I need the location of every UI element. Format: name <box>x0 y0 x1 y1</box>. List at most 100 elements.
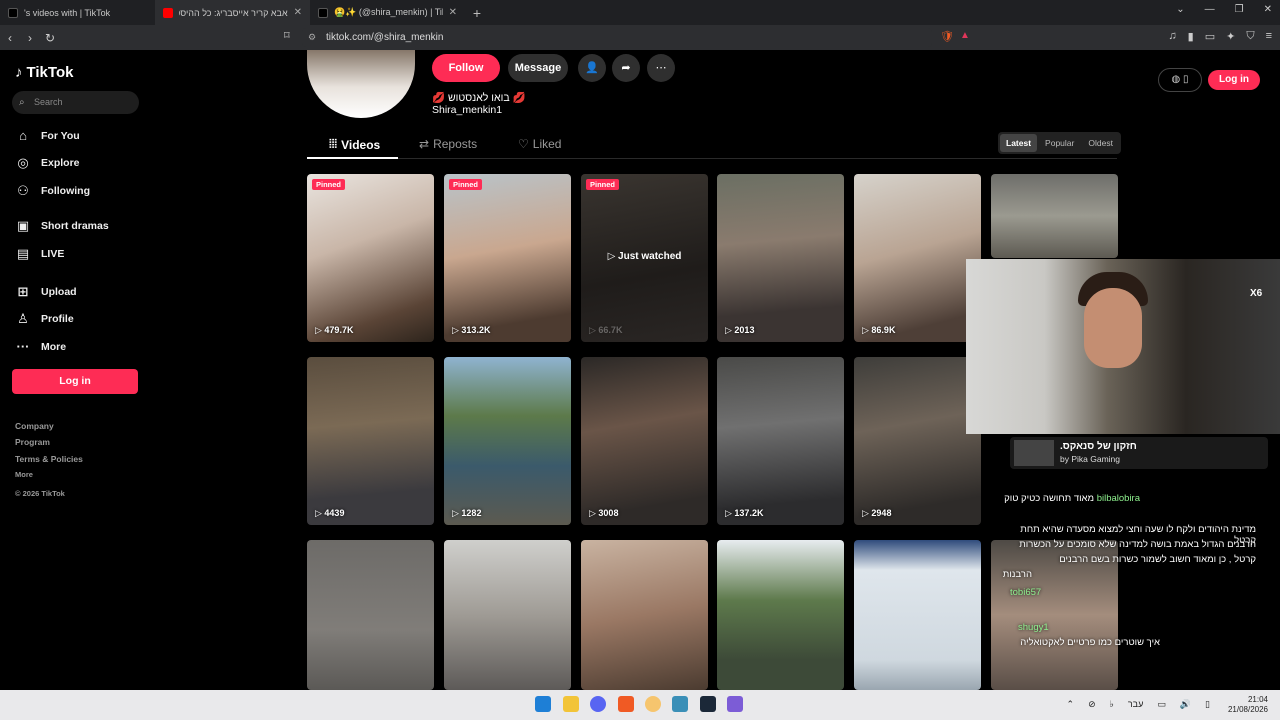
sort-oldest[interactable]: Oldest <box>1082 134 1119 152</box>
message-button[interactable]: Message <box>508 54 568 82</box>
video-card[interactable] <box>444 540 571 690</box>
chevron-down-icon[interactable]: ⌄ <box>1176 4 1184 15</box>
pinned-badge: Pinned <box>586 179 620 190</box>
battery-icon[interactable]: ▯ <box>1205 699 1210 710</box>
video-card[interactable] <box>717 540 844 690</box>
wallet-icon[interactable]: ▭ <box>1205 30 1215 43</box>
video-card[interactable]: ▷ 137.2K <box>717 357 844 525</box>
windows-start-icon[interactable] <box>535 696 551 712</box>
device-icon[interactable]: ▯ <box>1183 74 1189 85</box>
video-card[interactable]: ▷ 4439 <box>307 357 434 525</box>
tab-videos[interactable]: ⦙⦙⦙ Videos <box>329 137 380 152</box>
video-card[interactable]: ▷ 2948 <box>854 357 981 525</box>
monitor-icon[interactable]: ▭ <box>1157 699 1166 710</box>
sidebar-item-explore[interactable]: ◎ Explore <box>15 155 79 171</box>
sidebar-item-upload[interactable]: ⊞ Upload <box>15 284 77 300</box>
app-icon[interactable] <box>645 696 661 712</box>
video-card[interactable]: Pinned ▷ 313.2K <box>444 174 571 342</box>
browser-tab[interactable]: 🤮✨ (@shira_menkin) | TikT ✕ <box>310 0 465 25</box>
add-friend-icon[interactable]: 👤 <box>578 54 606 82</box>
language-indicator[interactable]: עבר <box>1128 699 1143 710</box>
reload-icon[interactable]: ↻ <box>40 31 60 45</box>
minimize-icon[interactable]: — <box>1205 4 1215 15</box>
media-icon[interactable]: ♫ <box>1168 30 1176 43</box>
footer-terms-link[interactable]: Terms & Policies <box>15 454 83 464</box>
clock[interactable]: 21:04 21/08/2026 <box>1228 695 1268 715</box>
file-explorer-icon[interactable] <box>563 696 579 712</box>
pinned-badge: Pinned <box>449 179 483 190</box>
view-count: ▷ 479.7K <box>315 325 354 335</box>
share-icon[interactable]: ➦ <box>612 54 640 82</box>
browser-tab[interactable]: 's videos with | TikTok <box>0 0 155 25</box>
brave-browser-icon[interactable] <box>618 696 634 712</box>
brave-rewards-icon[interactable]: ▲ <box>960 30 970 41</box>
video-card[interactable]: ▷ 1282 <box>444 357 571 525</box>
new-tab-plus-icon[interactable]: + <box>465 5 489 21</box>
video-card[interactable] <box>854 540 981 690</box>
sidebar-item-following[interactable]: ⚇ Following <box>15 183 90 199</box>
app-icon[interactable] <box>727 696 743 712</box>
bookmark-icon[interactable]: ⌑ <box>284 29 290 42</box>
video-card[interactable]: ▷ 86.9K <box>854 174 981 342</box>
view-count: ▷ 2013 <box>725 325 755 335</box>
video-card[interactable] <box>307 540 434 690</box>
webcam-person-face <box>1084 288 1142 368</box>
chevron-up-icon[interactable]: ⌃ <box>1067 699 1075 710</box>
bio-link[interactable]: Shira_menkin1 <box>432 104 502 116</box>
mute-icon[interactable]: ⊘ <box>1088 699 1096 710</box>
forward-icon[interactable]: › <box>20 31 40 45</box>
leo-icon[interactable]: ✦ <box>1226 30 1235 43</box>
footer-company-link[interactable]: Company <box>15 421 54 431</box>
tab-title: 🤮✨ (@shira_menkin) | TikT <box>334 7 443 17</box>
tab-liked[interactable]: ♡ Liked <box>518 137 561 151</box>
close-tab-icon[interactable]: ✕ <box>449 7 457 18</box>
video-card[interactable] <box>581 540 708 690</box>
brave-shield-icon[interactable]: 🛡 <box>940 30 954 43</box>
menu-icon[interactable]: ≡ <box>1266 30 1272 43</box>
sidebar-item-more[interactable]: ··· More <box>15 339 67 354</box>
sidebar-item-for-you[interactable]: ⌂ For You <box>15 128 80 143</box>
discord-icon[interactable] <box>590 696 606 712</box>
url-field[interactable]: ⚙ tiktok.com/@shira_menkin <box>302 28 932 47</box>
footer-more-link[interactable]: More <box>15 470 33 479</box>
profile-icon: ♙ <box>17 311 29 326</box>
back-icon[interactable]: ‹ <box>0 31 20 45</box>
close-window-icon[interactable]: ✕ <box>1264 4 1272 15</box>
mic-icon[interactable]: ♭ <box>1110 699 1114 710</box>
vpn-icon[interactable]: ⛉ <box>1246 30 1254 43</box>
compass-icon: ◎ <box>17 155 29 170</box>
app-icon[interactable] <box>672 696 688 712</box>
sidebar-item-short-dramas[interactable]: ▣ Short dramas <box>15 218 109 234</box>
sort-popular[interactable]: Popular <box>1039 134 1080 152</box>
follow-button[interactable]: Follow <box>432 54 500 82</box>
top-login-button[interactable]: Log in <box>1208 70 1260 90</box>
now-playing-artist: by Pika Gaming <box>1060 454 1120 464</box>
tab-reposts[interactable]: ⇄ Reposts <box>419 137 477 151</box>
steam-icon[interactable] <box>700 696 716 712</box>
search-input[interactable]: ⌕ Search <box>12 91 139 114</box>
tiktok-logo[interactable]: ♪ TikTok <box>15 64 73 81</box>
sidebar-item-live[interactable]: ▤ LIVE <box>15 246 65 262</box>
tiktok-sidebar: ♪ TikTok ⌕ Search ⌂ For You ◎ Explore ⚇ Fol… <box>0 50 160 690</box>
video-card[interactable]: Pinned ▷ 479.7K <box>307 174 434 342</box>
avatar[interactable] <box>307 50 415 118</box>
volume-icon[interactable]: 🔊 <box>1180 699 1191 710</box>
site-info-icon[interactable]: ⚙ <box>308 28 316 47</box>
active-tab-indicator <box>307 157 398 159</box>
sidebar-toggle-icon[interactable]: ▮ <box>1188 30 1194 43</box>
video-card[interactable]: Pinned ▷ Just watched ▷ 66.7K <box>581 174 708 342</box>
close-tab-icon[interactable]: ✕ <box>294 7 302 18</box>
coin-icon[interactable]: ◍ <box>1171 74 1180 85</box>
browser-tab[interactable]: אבא קריר אייסבריג: כל ההיסטורי ✕ <box>155 0 310 25</box>
video-card[interactable]: ▷ 3008 <box>581 357 708 525</box>
sort-latest[interactable]: Latest <box>1000 134 1038 152</box>
more-options-icon[interactable]: ⋯ <box>647 54 675 82</box>
sidebar-item-profile[interactable]: ♙ Profile <box>15 311 74 327</box>
chat-message: קרטל , כן ומאוד חשוב לשמור כשרות בשם הרב… <box>1059 554 1256 565</box>
footer-program-link[interactable]: Program <box>15 437 50 447</box>
video-card[interactable]: ▷ 2013 <box>717 174 844 342</box>
video-card[interactable] <box>991 174 1118 258</box>
heart-icon: ♡ <box>518 137 529 151</box>
login-button[interactable]: Log in <box>12 369 138 394</box>
maximize-icon[interactable]: ❐ <box>1235 4 1244 15</box>
